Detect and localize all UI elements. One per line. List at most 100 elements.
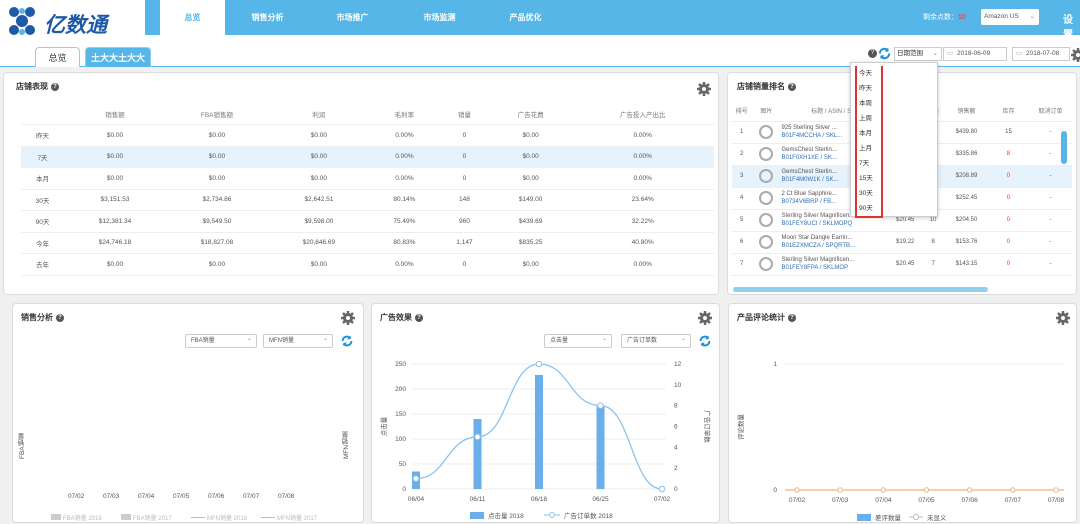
product-image bbox=[751, 187, 782, 210]
help-icon[interactable]: ? bbox=[415, 313, 423, 322]
table-row[interactable]: 去年 $0.00 $0.00 $0.00 0.00% 0 $0.00 0.00% bbox=[21, 253, 714, 276]
bar[interactable] bbox=[473, 419, 482, 489]
help-icon[interactable]: ? bbox=[788, 82, 796, 91]
table-cell: $0.00 bbox=[489, 167, 572, 190]
gear-icon[interactable] bbox=[1055, 310, 1071, 326]
bar[interactable] bbox=[535, 375, 543, 489]
help-icon[interactable]: ? bbox=[56, 313, 64, 322]
legend-item[interactable]: 差评数量 bbox=[875, 513, 902, 522]
clicks-metric-select[interactable]: 点击量 bbox=[544, 333, 612, 348]
end-date-input[interactable]: ▭ 2018-07-08 bbox=[1012, 47, 1070, 61]
table-cell: 0.00% bbox=[369, 146, 439, 168]
product-cell[interactable]: Moon Star Dangle Earrin... B01EZXMCZA / S… bbox=[781, 231, 890, 254]
table-row[interactable]: 30天 $3,151.53 $2,734.86 $2,642.51 80.14% 148 $… bbox=[21, 189, 714, 211]
help-icon[interactable]: ? bbox=[788, 313, 796, 322]
date-option[interactable]: 本月 bbox=[855, 126, 883, 141]
product-asin[interactable]: B01FEY8UCI / SKLMOPQ bbox=[781, 220, 889, 228]
refresh-icon[interactable] bbox=[698, 334, 712, 348]
date-option[interactable]: 30天 bbox=[855, 186, 883, 201]
gear-icon[interactable] bbox=[696, 81, 712, 97]
line-point[interactable] bbox=[535, 360, 543, 368]
table-cell: $0.00 bbox=[165, 253, 268, 276]
horizontal-scrollbar[interactable] bbox=[733, 287, 988, 292]
table-row[interactable]: 6 Moon Star Dangle Earrin... B01EZXMCZA / … bbox=[732, 231, 1072, 254]
line-point[interactable] bbox=[597, 402, 604, 409]
table-cell: $20,846.69 bbox=[267, 232, 370, 254]
help-icon[interactable]: ? bbox=[868, 49, 877, 58]
date-option[interactable]: 昨天 bbox=[855, 81, 883, 96]
fba-metric-select[interactable]: FBA销量 bbox=[185, 333, 257, 348]
x-tick-label: 07/04 bbox=[138, 493, 155, 500]
table-cell: 80.83% bbox=[369, 232, 439, 254]
line-point[interactable] bbox=[923, 487, 930, 493]
nav-sales-analysis[interactable]: 销售分析 bbox=[235, 0, 300, 35]
legend-item[interactable]: MFN销量 2018 bbox=[191, 513, 247, 522]
nav-market-monitor[interactable]: 市场监测 bbox=[407, 0, 472, 35]
product-asin[interactable]: B01EZXMCZA / SPQRTB... bbox=[781, 242, 889, 250]
product-image bbox=[751, 121, 782, 144]
legend-item[interactable]: 点击量 2018 bbox=[488, 511, 524, 520]
date-range-select[interactable]: 日期范围 ⌄ bbox=[894, 47, 942, 61]
vertical-scrollbar[interactable] bbox=[1061, 131, 1067, 164]
date-option[interactable]: 今天 bbox=[855, 66, 883, 81]
date-option[interactable]: 90天 bbox=[855, 201, 883, 216]
store-performance-panel: 店铺表现? 销售额 FBA销售额 利润 毛利率 销量 广告花费 广告投入产出比 昨天 $0.0… bbox=[3, 72, 719, 295]
table-cell: 0 bbox=[438, 146, 490, 168]
date-option[interactable]: 15天 bbox=[855, 171, 883, 186]
tab-store[interactable]: 土大大土大大 bbox=[85, 47, 151, 67]
table-row[interactable]: 今年 $24,746.18 $18,827.08 $20,846.69 80.83% 1,… bbox=[21, 232, 714, 254]
date-option[interactable]: 上月 bbox=[855, 141, 883, 156]
table-cell: $0.00 bbox=[165, 146, 268, 168]
tab-overview[interactable]: 总览 bbox=[35, 47, 80, 67]
mfn-metric-select[interactable]: MFN销量 bbox=[263, 333, 333, 348]
gear-icon[interactable] bbox=[340, 310, 356, 326]
line-point[interactable] bbox=[474, 433, 481, 441]
bar[interactable] bbox=[596, 406, 605, 490]
legend-item[interactable]: MFN销量 2017 bbox=[261, 513, 317, 522]
legend-item[interactable]: 未显义 bbox=[927, 513, 947, 522]
panel-title: 销售分析? bbox=[21, 312, 64, 323]
date-option[interactable]: 本周 bbox=[855, 96, 883, 111]
legend-item[interactable]: FBA销量 2017 bbox=[121, 513, 172, 522]
line-point[interactable] bbox=[794, 487, 800, 493]
legend-item[interactable]: FBA销量 2018 bbox=[51, 513, 102, 522]
jewelry-thumbnail bbox=[759, 125, 774, 139]
y-axis-label: 点击量 bbox=[379, 416, 388, 436]
gear-icon[interactable] bbox=[1070, 47, 1080, 63]
date-option[interactable]: 上周 bbox=[855, 111, 883, 126]
refresh-icon[interactable] bbox=[340, 334, 354, 348]
product-asin[interactable]: B01FEY8FPA / SKLMOP bbox=[781, 264, 889, 272]
table-row[interactable]: 本月 $0.00 $0.00 $0.00 0.00% 0 $0.00 0.00% bbox=[21, 167, 714, 190]
product-cell[interactable]: Sterling Silver Magnificen... B01FEY8FPA … bbox=[781, 253, 890, 276]
table-row[interactable]: 昨天 $0.00 $0.00 $0.00 0.00% 0 $0.00 0.00% bbox=[21, 124, 714, 147]
table-cell: $335.86 bbox=[945, 143, 989, 166]
table-row[interactable]: 7天 $0.00 $0.00 $0.00 0.00% 0 $0.00 0.00% bbox=[21, 146, 714, 168]
calendar-icon: ▭ bbox=[947, 50, 954, 57]
nav-marketing[interactable]: 市场推广 bbox=[320, 0, 385, 35]
table-row[interactable]: 7 Sterling Silver Magnificen... B01FEY8FPA… bbox=[732, 253, 1072, 276]
line-point[interactable] bbox=[837, 487, 843, 493]
start-date-input[interactable]: ▭ 2018-06-09 bbox=[943, 47, 1007, 61]
orders-metric-select[interactable]: 广告订单数 bbox=[621, 333, 691, 348]
table-cell: $208.89 bbox=[945, 165, 989, 188]
table-cell: - bbox=[1028, 209, 1072, 232]
line-point[interactable] bbox=[1010, 487, 1016, 493]
marketplace-select[interactable]: Amazon US ⌄ bbox=[981, 9, 1039, 25]
line-point[interactable] bbox=[966, 487, 973, 493]
date-option[interactable]: 7天 bbox=[855, 156, 883, 171]
table-row[interactable]: 90天 $12,381.34 $9,549.50 $9,598.00 75.49% 960… bbox=[21, 210, 714, 233]
nav-overview[interactable]: 总览 bbox=[160, 0, 225, 35]
nav-product-optimize[interactable]: 产品优化 bbox=[493, 0, 558, 35]
table-cell: 32.22% bbox=[571, 210, 714, 233]
help-icon[interactable]: ? bbox=[51, 82, 59, 91]
x-tick-label: 07/08 bbox=[1048, 497, 1065, 504]
table-cell: 1,147 bbox=[438, 232, 490, 254]
line-point[interactable] bbox=[658, 485, 666, 493]
date-range-dropdown: 今天 昨天 本周 上周 本月 上月 7天 15天 30天 90天 bbox=[850, 62, 938, 218]
line-point[interactable] bbox=[412, 475, 420, 482]
line-point[interactable] bbox=[880, 487, 887, 493]
refresh-icon[interactable] bbox=[877, 46, 892, 61]
line-point[interactable] bbox=[1053, 487, 1059, 493]
legend-item[interactable]: 广告订单数 2018 bbox=[564, 511, 613, 520]
gear-icon[interactable] bbox=[697, 310, 713, 326]
